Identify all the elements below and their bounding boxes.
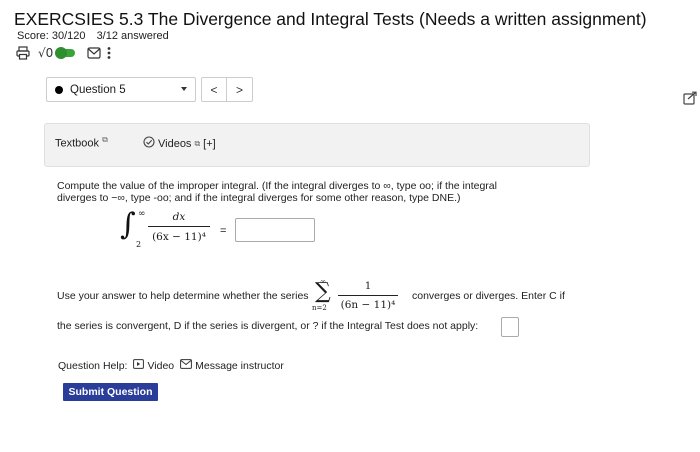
series-text-before: Use your answer to help determine whethe… xyxy=(57,290,309,302)
textbook-link[interactable]: Textbook ⧉ xyxy=(55,135,108,150)
score-text: Score: 30/120 xyxy=(17,30,86,42)
question-status-dot xyxy=(55,85,63,94)
video-check-icon xyxy=(143,136,155,151)
prompt-line-2: diverges to −∞, type -oo; and if the int… xyxy=(57,192,461,204)
resources-panel: Textbook ⧉ Videos ⧉ [+] xyxy=(44,123,590,167)
question-help: Question Help: Video Message instructor xyxy=(58,359,284,372)
help-video-label: Video xyxy=(147,359,175,372)
prev-question-button[interactable]: < xyxy=(201,77,227,102)
videos-link[interactable]: Videos ⧉ [+] xyxy=(143,136,216,151)
external-edit-icon[interactable] xyxy=(683,91,697,105)
math-input-toggle[interactable] xyxy=(55,47,76,59)
integral-lower-limit: 2 xyxy=(136,240,142,249)
series-text-after: converges or diverges. Enter C if xyxy=(412,290,565,302)
math-input-toggle-label: √0 xyxy=(38,46,54,60)
question-help-label: Question Help: xyxy=(58,359,128,372)
series-answer-input[interactable] xyxy=(501,317,519,337)
sum-lower-limit: n=2 xyxy=(312,304,327,312)
printer-icon[interactable] xyxy=(16,45,30,61)
series-expression: ∞ ∑ n=2 1 (6n − 11)⁴ xyxy=(312,277,412,317)
question-select[interactable]: Question 5 xyxy=(46,77,196,102)
score-line: Score: 30/120 3/12 answered xyxy=(17,30,169,42)
submit-question-button[interactable]: Submit Question xyxy=(63,383,158,401)
textbook-label: Textbook xyxy=(55,137,100,150)
equals-sign: = xyxy=(220,225,227,237)
answered-count: 3/12 answered xyxy=(96,30,169,42)
external-link-icon: ⧉ xyxy=(102,135,108,144)
series-instruction: the series is convergent, D if the serie… xyxy=(57,320,479,332)
series-term-fraction: 1 (6n − 11)⁴ xyxy=(338,281,398,311)
integral-sign: ∫ xyxy=(120,207,136,242)
caret-down-icon xyxy=(181,87,187,91)
prompt-line-1: Compute the value of the improper integr… xyxy=(57,180,497,192)
help-video-link[interactable]: Video xyxy=(133,359,174,372)
vertical-ellipsis-icon[interactable] xyxy=(107,45,111,61)
videos-expand-toggle[interactable]: [+] xyxy=(203,138,216,150)
toolbar: √0 xyxy=(16,45,111,61)
question-select-label: Question 5 xyxy=(70,83,126,96)
series-denominator: (6n − 11)⁴ xyxy=(340,299,396,311)
videos-label: Videos xyxy=(158,137,192,150)
series-numerator: 1 xyxy=(338,281,398,296)
message-instructor-link[interactable]: Message instructor xyxy=(180,359,284,372)
integral-upper-limit: ∞ xyxy=(138,209,146,219)
integrand-fraction: dx (6x − 11)⁴ xyxy=(148,211,210,243)
integral-answer-input[interactable] xyxy=(235,218,315,242)
next-question-button[interactable]: > xyxy=(227,77,253,102)
play-icon xyxy=(133,359,145,372)
envelope-icon xyxy=(180,359,193,372)
message-instructor-label: Message instructor xyxy=(195,359,284,372)
integrand-denominator: (6x − 11)⁴ xyxy=(152,231,206,243)
improper-integral: ∫ ∞ 2 dx (6x − 11)⁴ = xyxy=(118,208,318,253)
integrand-numerator: dx xyxy=(148,211,210,227)
sigma-sign: ∑ xyxy=(315,279,331,304)
page-title: EXERCSIES 5.3 The Divergence and Integra… xyxy=(14,9,647,29)
external-link-icon: ⧉ xyxy=(194,138,201,148)
envelope-icon[interactable] xyxy=(87,45,101,61)
question-prompt: Compute the value of the improper integr… xyxy=(57,180,497,204)
